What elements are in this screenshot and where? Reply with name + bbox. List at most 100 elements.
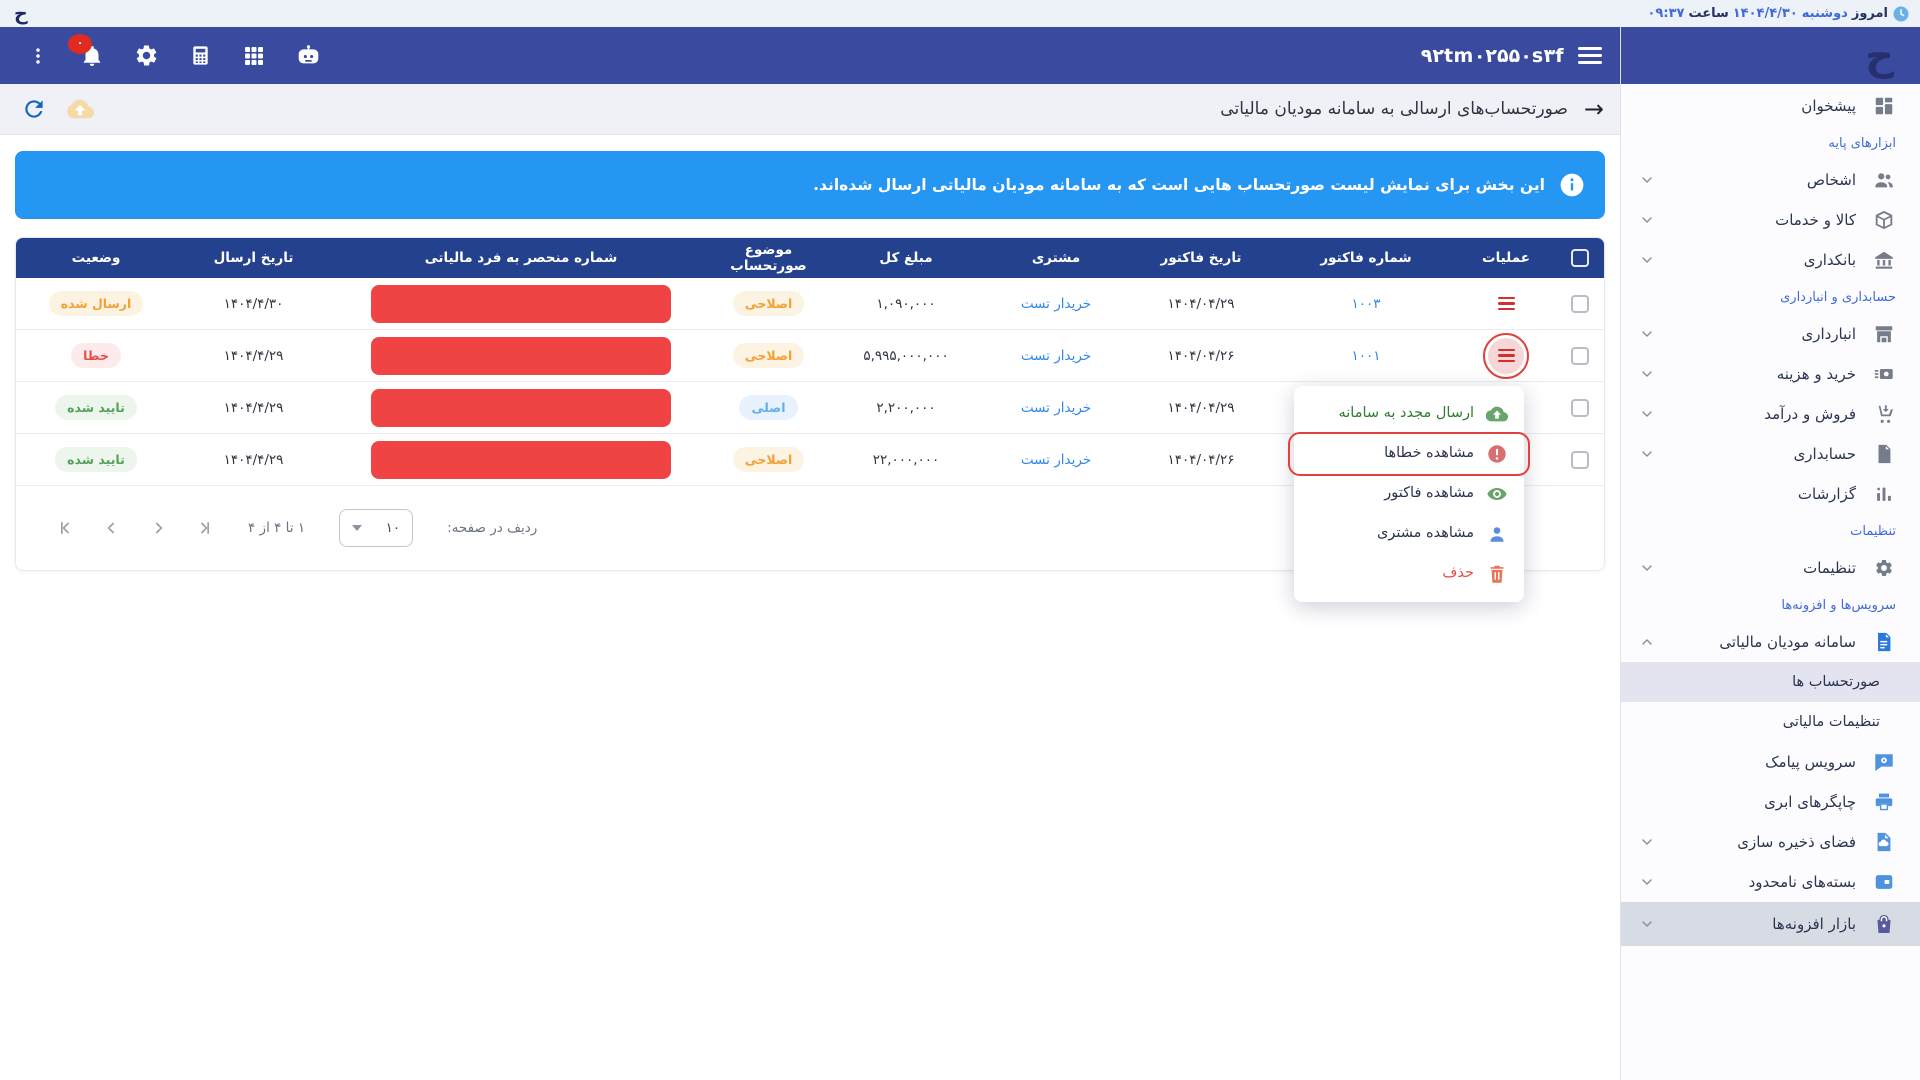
row-actions-button[interactable] — [1498, 297, 1515, 311]
accounting-icon — [1872, 443, 1896, 465]
rows-per-page-select[interactable]: ۱۰ — [339, 509, 413, 547]
back-arrow-icon[interactable]: → — [1584, 97, 1604, 121]
customer-link[interactable]: خریدار تست — [1021, 296, 1091, 312]
sidebar-item-label: بسته‌های نامحدود — [1671, 873, 1856, 891]
sidebar-section-label: ابزارهای پایه — [1621, 126, 1920, 160]
invoice-number-link[interactable]: ۱۰۰۳ — [1352, 296, 1381, 312]
chevron-down-icon — [1639, 326, 1655, 342]
weekday: دوشنبه — [1802, 6, 1848, 21]
apps-grid-icon[interactable] — [234, 36, 274, 76]
sidebar-item[interactable]: فروش و درآمد — [1621, 394, 1920, 434]
notifications-bell-icon[interactable]: ۰ — [72, 36, 112, 76]
sidebar-subitem[interactable]: صورتحساب ها — [1621, 662, 1920, 702]
subject-badge: اصلی — [739, 395, 797, 420]
row-checkbox[interactable] — [1571, 399, 1589, 417]
status-badge: خطا — [71, 343, 121, 368]
row-checkbox[interactable] — [1571, 347, 1589, 365]
send-date: ۱۴۰۴/۴/۲۹ — [176, 452, 331, 468]
robot-assistant-icon[interactable] — [288, 36, 328, 76]
total-amount: ۲۲,۰۰۰,۰۰۰ — [826, 452, 986, 468]
first-page-icon[interactable] — [56, 518, 76, 538]
trash-icon — [1486, 563, 1508, 585]
sidebar-header: ح — [1621, 27, 1920, 84]
warehouse-icon — [1872, 323, 1896, 345]
sidebar-item[interactable]: بازار افزونه‌ها — [1621, 902, 1920, 946]
menu-hamburger-icon[interactable] — [1578, 47, 1602, 64]
notification-badge: ۰ — [68, 34, 92, 54]
menu-item[interactable]: حذف — [1294, 554, 1524, 594]
refresh-icon[interactable] — [16, 91, 52, 127]
invoice-number-link[interactable]: ۱۰۰۱ — [1352, 348, 1381, 364]
sidebar-item[interactable]: گزارشات — [1621, 474, 1920, 514]
cloud-upload-icon[interactable] — [62, 91, 98, 127]
sidebar-item-label: فضای ذخیره سازی — [1671, 833, 1856, 851]
menu-item-label: حذف — [1442, 563, 1474, 585]
person-icon — [1486, 523, 1508, 545]
info-banner-text: این بخش برای نمایش لیست صورتحساب هایی اس… — [813, 176, 1545, 194]
kebab-menu-icon[interactable] — [18, 36, 58, 76]
menu-item[interactable]: مشاهده خطاها — [1294, 434, 1524, 474]
total-amount: ۲,۲۰۰,۰۰۰ — [826, 400, 986, 416]
sidebar-item-label: بانکداری — [1671, 251, 1856, 269]
chevron-up-icon — [1639, 634, 1655, 650]
sidebar-section-label: سرویس‌ها و افزونه‌ها — [1621, 588, 1920, 622]
dashboard-icon — [1872, 95, 1896, 117]
sidebar-item-label: پیشخوان — [1655, 97, 1856, 115]
bank-icon — [1872, 249, 1896, 271]
tax-unique-number-redacted — [371, 285, 671, 323]
app-header: ۹۲tm۰۲۵۵۰s۳f ۰ — [0, 27, 1620, 84]
sidebar-item[interactable]: انبارداری — [1621, 314, 1920, 354]
menu-item-label: مشاهده مشتری — [1377, 523, 1474, 545]
customer-link[interactable]: خریدار تست — [1021, 452, 1091, 468]
row-checkbox[interactable] — [1571, 451, 1589, 469]
invoice-date: ۱۴۰۴/۰۴/۲۶ — [1126, 452, 1276, 468]
sidebar-item[interactable]: خرید و هزینه — [1621, 354, 1920, 394]
time-value: ۰۹:۳۷ — [1648, 6, 1685, 21]
prev-page-icon[interactable] — [102, 518, 122, 538]
page-title-bar: → صورتحساب‌های ارسالی به سامانه مودیان م… — [0, 84, 1620, 135]
sales-icon — [1872, 403, 1896, 425]
tax-unique-number-redacted — [371, 337, 671, 375]
customer-link[interactable]: خریدار تست — [1021, 400, 1091, 416]
cloud-printer-icon — [1872, 791, 1896, 813]
menu-item-label: مشاهده خطاها — [1384, 443, 1474, 465]
col-invoice-number: شماره فاکتور — [1276, 250, 1456, 266]
packages-icon — [1872, 871, 1896, 893]
page-title: صورتحساب‌های ارسالی به سامانه مودیان مال… — [1220, 99, 1568, 119]
sidebar-item[interactable]: فضای ذخیره سازی — [1621, 822, 1920, 862]
last-page-icon[interactable] — [194, 518, 214, 538]
settings-gear-icon[interactable] — [126, 36, 166, 76]
col-tax-unique-number: شماره منحصر به فرد مالیاتی — [331, 250, 711, 266]
calculator-icon[interactable] — [180, 36, 220, 76]
sidebar-item[interactable]: پیشخوان — [1621, 86, 1920, 126]
sidebar-item[interactable]: سرویس پیامک — [1621, 742, 1920, 782]
select-all-checkbox[interactable] — [1571, 249, 1589, 267]
menu-item[interactable]: مشاهده فاکتور — [1294, 474, 1524, 514]
sidebar-item[interactable]: حسابداری — [1621, 434, 1920, 474]
menu-item[interactable]: مشاهده مشتری — [1294, 514, 1524, 554]
menu-item[interactable]: ارسال مجدد به سامانه — [1294, 394, 1524, 434]
sidebar-item[interactable]: بسته‌های نامحدود — [1621, 862, 1920, 902]
customer-link[interactable]: خریدار تست — [1021, 348, 1091, 364]
invoice-date: ۱۴۰۴/۰۴/۲۹ — [1126, 296, 1276, 312]
sidebar-item[interactable]: اشخاص — [1621, 160, 1920, 200]
chevron-down-icon — [1639, 406, 1655, 422]
col-total: مبلغ کل — [826, 250, 986, 266]
row-checkbox[interactable] — [1571, 295, 1589, 313]
sidebar-subitem[interactable]: تنظیمات مالیاتی — [1621, 702, 1920, 742]
menu-item-label: ارسال مجدد به سامانه — [1338, 403, 1474, 425]
sidebar-item[interactable]: تنظیمات — [1621, 548, 1920, 588]
chevron-down-icon — [1639, 834, 1655, 850]
eye-icon — [1486, 483, 1508, 505]
business-code[interactable]: ۹۲tm۰۲۵۵۰s۳f — [1421, 45, 1564, 67]
sidebar-item[interactable]: چاپگرهای ابری — [1621, 782, 1920, 822]
sidebar-item[interactable]: بانکداری — [1621, 240, 1920, 280]
subject-badge: اصلاحی — [733, 343, 805, 368]
sidebar-item[interactable]: کالا و خدمات — [1621, 200, 1920, 240]
page-range: ۱ تا ۴ از ۴ — [248, 520, 305, 536]
row-actions-button[interactable] — [1498, 349, 1515, 363]
row-actions-highlight-ring — [1483, 333, 1529, 379]
sidebar-item[interactable]: سامانه مودیان مالیاتی — [1621, 622, 1920, 662]
next-page-icon[interactable] — [148, 518, 168, 538]
chevron-down-icon — [1639, 874, 1655, 890]
